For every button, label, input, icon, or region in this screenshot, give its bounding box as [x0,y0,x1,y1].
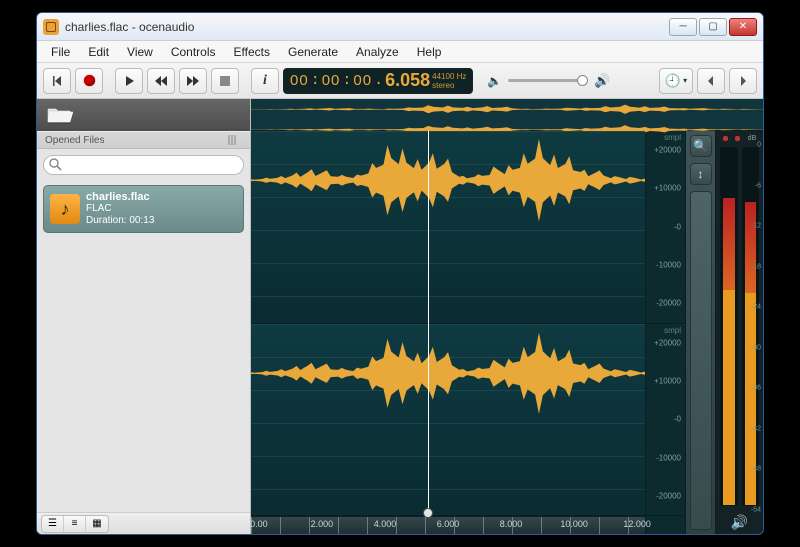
chevron-down-icon: ▾ [683,76,687,85]
play-icon [123,75,135,87]
meter-fill-left [723,198,735,505]
menu-help[interactable]: Help [409,43,450,61]
meter-body: 0-6-12-18-24-30-36-42-48-54 [716,145,763,510]
detail-icon: ≡ [72,518,78,529]
menu-effects[interactable]: Effects [226,43,278,61]
menu-controls[interactable]: Controls [163,43,224,61]
volume-low-icon: 🔈 [487,74,502,88]
menubar: File Edit View Controls Effects Generate… [37,41,763,63]
meter-bar-left [720,147,738,506]
meter-footer[interactable]: 🔊 [716,510,763,534]
timeline[interactable]: 0.002.0004.0006.0008.00010.00012.000 [251,516,645,534]
folder-open-icon [47,105,73,125]
zoom-in-icon: 🔍 [693,139,708,153]
file-item[interactable]: ♪ charlies.flac FLAC Duration: 00:13 [43,185,244,233]
menu-edit[interactable]: Edit [80,43,117,61]
stop-icon [220,76,230,86]
sidebar: Opened Files ♪ charlies.flac FLAC Durati… [37,99,251,534]
zoom-vert-button[interactable]: ↕ [690,163,712,185]
speaker-icon: 🔊 [731,514,748,531]
menu-file[interactable]: File [43,43,78,61]
sidebar-footer: ☰ ≡ ▦ [37,512,250,534]
forward-icon [186,75,200,87]
waveform-overview[interactable] [251,99,763,131]
arrow-left-icon [706,76,716,86]
history-button[interactable]: 🕘▾ [659,68,693,94]
meter-scale: 0-6-12-18-24-30-36-42-48-54 [749,145,761,510]
skip-start-icon [51,75,63,87]
level-meters: dB 0-6-12-18-24-30-36-42-48-54 🔊 [715,131,763,534]
sidebar-header[interactable] [37,99,250,131]
sample-rate-label: 44100 Hz [432,72,466,81]
file-list: ♪ charlies.flac FLAC Duration: 00:13 [37,181,250,512]
app-icon [43,19,59,35]
grid-icon: ▦ [92,518,101,529]
file-duration: Duration: 00:13 [86,215,154,227]
waveform-area: 0.002.0004.0006.0008.00010.00012.000 smp… [251,99,763,534]
list-icon: ☰ [48,518,57,529]
app-window: charlies.flac - ocenaudio ─ ▢ ✕ File Edi… [36,12,764,535]
zoom-vert-icon: ↕ [698,167,704,181]
audio-file-icon: ♪ [50,194,80,224]
scale-right: smpl+20000+10000-0-10000-20000 [646,324,685,517]
stop-button[interactable] [211,68,239,94]
view-detail-button[interactable]: ≡ [64,516,86,532]
channels-row: 0.002.0004.0006.0008.00010.00012.000 smp… [251,131,763,534]
counter-frac: 6.058 [385,70,430,91]
volume-thumb[interactable] [577,75,588,86]
body: Opened Files ♪ charlies.flac FLAC Durati… [37,99,763,534]
sidebar-subheader: Opened Files [37,131,250,149]
wave-left [251,131,645,230]
maximize-button[interactable]: ▢ [699,18,727,36]
scale-left: smpl+20000+10000-0-10000-20000 [646,131,685,324]
file-format: FLAC [86,203,154,215]
nav-forward-button[interactable] [729,68,757,94]
time-counter[interactable]: 00: 00: 00. 6.058 44100 Hz stereo [283,68,473,94]
sidebar-title: Opened Files [45,135,104,146]
waveform-column: 0.002.0004.0006.0008.00010.00012.000 [251,131,645,534]
menu-generate[interactable]: Generate [280,43,346,61]
window-title: charlies.flac - ocenaudio [65,20,669,34]
sidebar-search [43,155,244,175]
search-icon [49,158,62,171]
view-mode-buttons: ☰ ≡ ▦ [41,515,109,533]
clock-icon: 🕘 [665,73,681,89]
menu-analyze[interactable]: Analyze [348,43,407,61]
counter-meta: 44100 Hz stereo [432,72,466,90]
goto-start-button[interactable] [43,68,71,94]
info-button[interactable]: i [251,68,279,94]
counter-min: 00 [322,72,341,89]
rewind-icon [154,75,168,87]
zoom-tools: 🔍 ↕ [685,131,715,534]
counter-hr: 00 [290,72,309,89]
rewind-button[interactable] [147,68,175,94]
play-button[interactable] [115,68,143,94]
volume-control: 🔈 🔊 [487,73,610,89]
arrow-right-icon [738,76,748,86]
view-grid-button[interactable]: ▦ [86,516,108,532]
amplitude-scale-column: smpl+20000+10000-0-10000-20000 smpl+2000… [645,131,685,534]
view-list-button[interactable]: ☰ [42,516,64,532]
sidebar-grip[interactable] [228,135,242,145]
record-button[interactable] [75,68,103,94]
counter-sec: 00 [353,72,372,89]
record-icon [84,75,95,86]
search-input[interactable] [43,155,244,175]
toolbar: i 00: 00: 00. 6.058 44100 Hz stereo 🔈 🔊 … [37,63,763,99]
file-name: charlies.flac [86,191,154,203]
titlebar[interactable]: charlies.flac - ocenaudio ─ ▢ ✕ [37,13,763,41]
close-button[interactable]: ✕ [729,18,757,36]
file-info: charlies.flac FLAC Duration: 00:13 [86,191,154,227]
minimize-button[interactable]: ─ [669,18,697,36]
volume-slider[interactable] [508,79,588,82]
channel-right[interactable] [251,324,645,517]
volume-high-icon: 🔊 [594,73,610,89]
forward-button[interactable] [179,68,207,94]
nav-back-button[interactable] [697,68,725,94]
channels-label: stereo [432,81,466,90]
wave-right [251,324,645,423]
channel-left[interactable] [251,131,645,324]
menu-view[interactable]: View [119,43,161,61]
